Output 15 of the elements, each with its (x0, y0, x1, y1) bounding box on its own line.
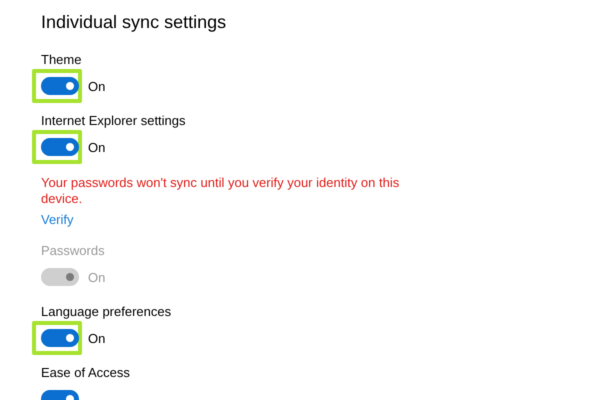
setting-label: Language preferences (41, 303, 172, 321)
toggle-state: On (88, 330, 106, 346)
toggle-state: On (88, 78, 106, 94)
warning-message: Your passwords won't sync until you verify your identity on this device. (41, 175, 400, 207)
toggle-switch[interactable] (41, 77, 79, 95)
section-title: Individual sync settings (41, 11, 228, 34)
verify-link[interactable]: Verify (41, 212, 74, 227)
setting-label: Passwords (41, 242, 106, 260)
toggle-switch[interactable] (41, 138, 79, 156)
toggle-state: On (88, 270, 106, 284)
setting-label: Internet Explorer settings (41, 112, 187, 130)
toggle-switch[interactable] (41, 329, 79, 347)
toggle-state: On (88, 140, 106, 154)
setting-label: Theme (41, 51, 82, 69)
setting-label: Ease of Access (41, 364, 131, 382)
